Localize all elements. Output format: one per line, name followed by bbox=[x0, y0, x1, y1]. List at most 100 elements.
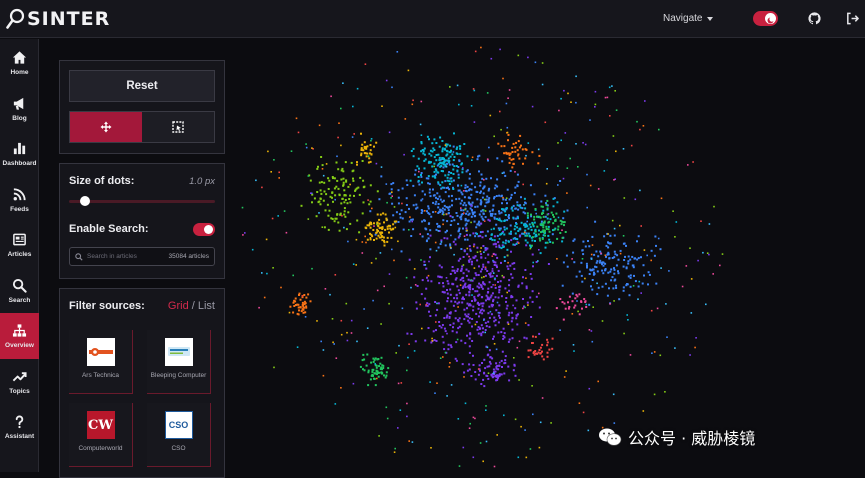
cluster-9-dot[interactable] bbox=[531, 151, 534, 154]
cluster-8-dot[interactable] bbox=[303, 294, 306, 296]
cluster-12-dot[interactable] bbox=[356, 161, 358, 164]
cluster-12-dot[interactable] bbox=[360, 132, 362, 135]
cluster-6-dot[interactable] bbox=[318, 181, 321, 184]
cluster-1-dot[interactable] bbox=[468, 351, 471, 354]
cluster-9-dot[interactable] bbox=[511, 146, 514, 149]
cluster-12-dot[interactable] bbox=[360, 152, 363, 155]
cluster-11-dot[interactable] bbox=[534, 352, 537, 355]
cluster-0-dot[interactable] bbox=[516, 184, 519, 187]
scattered-article-dot[interactable] bbox=[594, 90, 597, 93]
cluster-6-dot[interactable] bbox=[313, 197, 316, 200]
cluster-14-dot[interactable] bbox=[498, 364, 501, 367]
cluster-1-dot[interactable] bbox=[473, 299, 476, 302]
cluster-1-dot[interactable] bbox=[480, 222, 483, 225]
cluster-1-dot[interactable] bbox=[487, 287, 490, 290]
scattered-article-dot[interactable] bbox=[586, 173, 588, 176]
cluster-0-dot[interactable] bbox=[411, 218, 414, 221]
cluster-6-dot[interactable] bbox=[331, 191, 334, 194]
cluster-2-dot[interactable] bbox=[598, 261, 601, 264]
scattered-article-dot[interactable] bbox=[692, 161, 694, 163]
cluster-1-dot[interactable] bbox=[464, 313, 467, 316]
cluster-3-dot[interactable] bbox=[457, 176, 460, 179]
cluster-4-dot[interactable] bbox=[516, 226, 519, 229]
cluster-2-dot[interactable] bbox=[629, 285, 632, 288]
cluster-1-dot[interactable] bbox=[487, 320, 490, 323]
scattered-article-dot[interactable] bbox=[473, 121, 476, 123]
scattered-article-dot[interactable] bbox=[603, 170, 606, 172]
scattered-article-dot[interactable] bbox=[395, 352, 397, 354]
cluster-2-dot[interactable] bbox=[617, 270, 619, 273]
cluster-1-dot[interactable] bbox=[484, 274, 487, 277]
scattered-article-dot[interactable] bbox=[418, 170, 420, 173]
cluster-5-dot[interactable] bbox=[372, 374, 374, 377]
cluster-1-dot[interactable] bbox=[452, 240, 455, 243]
cluster-0-dot[interactable] bbox=[566, 209, 569, 212]
cluster-1-dot[interactable] bbox=[467, 319, 470, 322]
cluster-1-dot[interactable] bbox=[496, 266, 498, 269]
scattered-article-dot[interactable] bbox=[397, 240, 399, 243]
cluster-6-dot[interactable] bbox=[361, 212, 364, 215]
cluster-0-dot[interactable] bbox=[443, 204, 446, 207]
scattered-article-dot[interactable] bbox=[606, 159, 608, 161]
scattered-article-dot[interactable] bbox=[470, 221, 472, 224]
cluster-6-dot[interactable] bbox=[376, 190, 379, 193]
cluster-1-dot[interactable] bbox=[464, 286, 467, 289]
cluster-1-dot[interactable] bbox=[477, 307, 480, 310]
scattered-article-dot[interactable] bbox=[385, 183, 388, 185]
cluster-1-dot[interactable] bbox=[531, 253, 534, 256]
scattered-article-dot[interactable] bbox=[431, 337, 433, 340]
cluster-1-dot[interactable] bbox=[494, 286, 497, 289]
scattered-article-dot[interactable] bbox=[391, 248, 393, 251]
cluster-0-dot[interactable] bbox=[444, 180, 447, 183]
cluster-0-dot[interactable] bbox=[486, 230, 489, 233]
cluster-2-dot[interactable] bbox=[622, 289, 625, 292]
scattered-article-dot[interactable] bbox=[596, 282, 598, 285]
cluster-1-dot[interactable] bbox=[477, 274, 480, 276]
cluster-1-dot[interactable] bbox=[479, 234, 482, 237]
source-card-computerworld[interactable]: CW Computerworld bbox=[69, 403, 133, 467]
scattered-article-dot[interactable] bbox=[653, 351, 656, 353]
cluster-2-dot[interactable] bbox=[641, 282, 644, 285]
cluster-0-dot[interactable] bbox=[478, 213, 481, 216]
cluster-2-dot[interactable] bbox=[596, 270, 599, 273]
cluster-1-dot[interactable] bbox=[511, 311, 513, 314]
cluster-1-dot[interactable] bbox=[428, 310, 430, 313]
cluster-1-dot[interactable] bbox=[454, 309, 457, 312]
cluster-6-dot[interactable] bbox=[327, 177, 330, 180]
cluster-1-dot[interactable] bbox=[481, 268, 483, 271]
scattered-article-dot[interactable] bbox=[492, 253, 495, 255]
cluster-1-dot[interactable] bbox=[413, 276, 416, 279]
cluster-2-dot[interactable] bbox=[582, 253, 585, 256]
scattered-article-dot[interactable] bbox=[489, 310, 492, 313]
cluster-0-dot[interactable] bbox=[458, 229, 460, 232]
cluster-0-dot[interactable] bbox=[493, 216, 496, 219]
cluster-1-dot[interactable] bbox=[444, 330, 447, 333]
cluster-0-dot[interactable] bbox=[474, 205, 477, 208]
cluster-3-dot[interactable] bbox=[431, 150, 434, 153]
scattered-article-dot[interactable] bbox=[467, 316, 469, 318]
cluster-1-dot[interactable] bbox=[449, 293, 452, 296]
cluster-4-dot[interactable] bbox=[511, 206, 514, 209]
cluster-0-dot[interactable] bbox=[482, 192, 485, 195]
cluster-0-dot[interactable] bbox=[510, 193, 513, 196]
cluster-0-dot[interactable] bbox=[405, 179, 408, 182]
cluster-13-dot[interactable] bbox=[583, 298, 586, 300]
cluster-6-dot[interactable] bbox=[319, 189, 322, 192]
scattered-article-dot[interactable] bbox=[394, 447, 396, 450]
scattered-article-dot[interactable] bbox=[653, 393, 656, 396]
cluster-1-dot[interactable] bbox=[475, 321, 478, 323]
cluster-8-dot[interactable] bbox=[305, 296, 308, 299]
cluster-6-dot[interactable] bbox=[362, 186, 365, 189]
cluster-1-dot[interactable] bbox=[473, 243, 476, 246]
cluster-4-dot[interactable] bbox=[517, 230, 520, 232]
cluster-0-dot[interactable] bbox=[508, 214, 510, 217]
scattered-article-dot[interactable] bbox=[666, 336, 668, 338]
scattered-article-dot[interactable] bbox=[462, 264, 465, 266]
cluster-1-dot[interactable] bbox=[492, 300, 494, 303]
cluster-3-dot[interactable] bbox=[417, 179, 420, 182]
cluster-1-dot[interactable] bbox=[441, 324, 444, 326]
cluster-0-dot[interactable] bbox=[465, 190, 468, 193]
scattered-article-dot[interactable] bbox=[615, 109, 618, 111]
cluster-12-dot[interactable] bbox=[361, 143, 364, 146]
scattered-article-dot[interactable] bbox=[445, 277, 448, 279]
